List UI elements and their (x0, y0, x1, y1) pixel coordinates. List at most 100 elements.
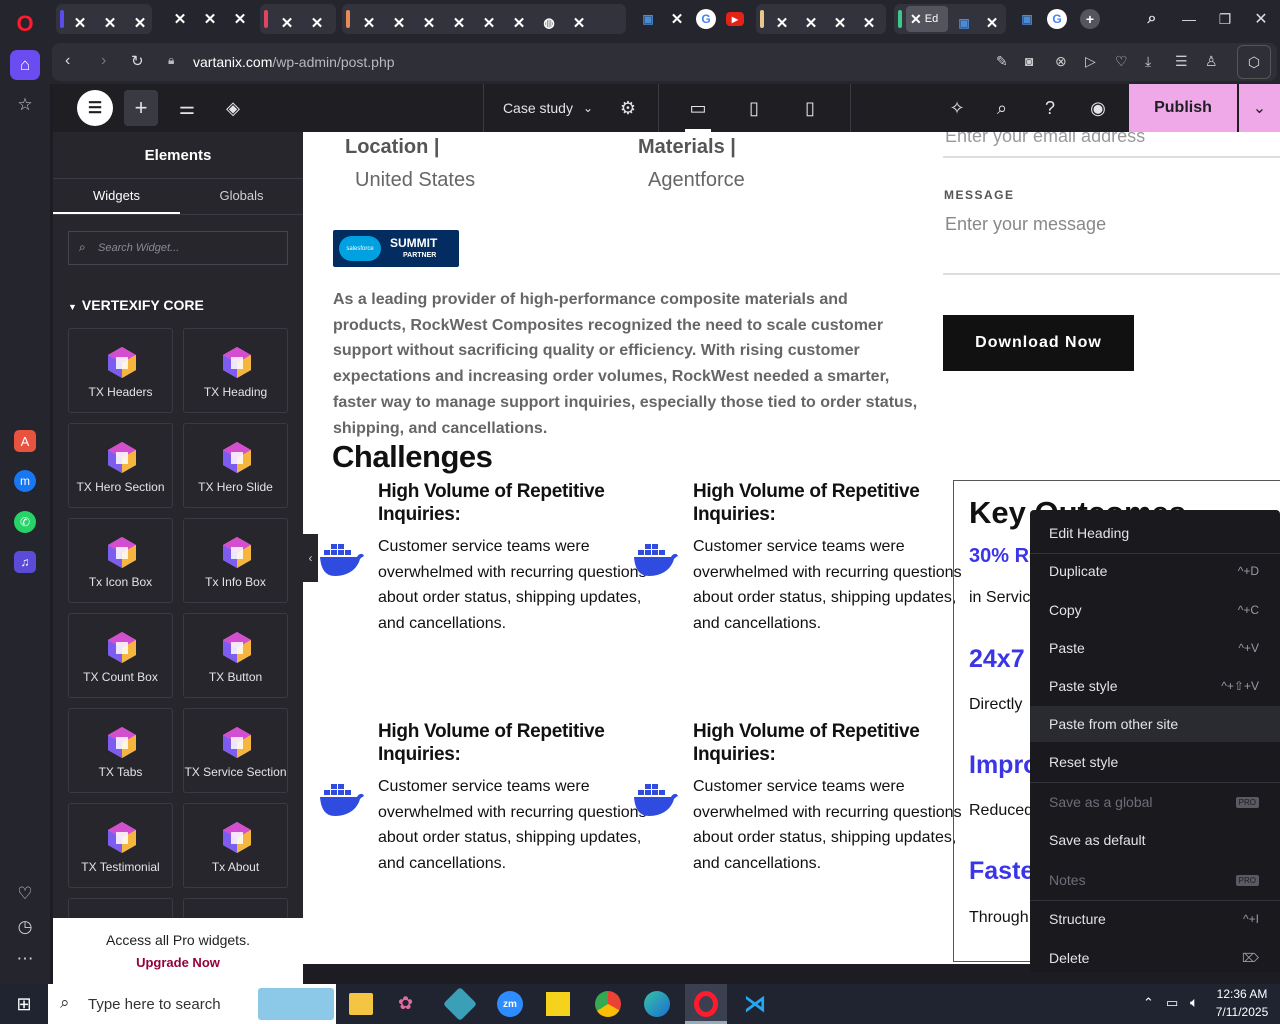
flow-icon[interactable]: ▷ (1085, 53, 1096, 70)
context-menu-item[interactable]: Reset style (1030, 744, 1280, 780)
scroll-left-icon[interactable]: ‹ (306, 963, 310, 964)
widget-tile[interactable]: TX Testimonial (68, 803, 173, 888)
preview-icon[interactable]: ◉ (1080, 84, 1116, 132)
whatsapp-icon[interactable]: ✆ (14, 511, 36, 533)
tab-x-icon[interactable]: ✕ (230, 9, 250, 29)
outlook-icon[interactable]: ▣ (954, 13, 974, 33)
widget-tile[interactable]: TX Count Box (68, 613, 173, 698)
tab-x-icon[interactable]: ✕ (307, 13, 327, 33)
search-tabs-icon[interactable]: ⌕ (1142, 9, 1162, 29)
clock-date[interactable]: 7/11/2025 (1212, 1005, 1272, 1019)
adblock-icon[interactable]: ⊗ (1055, 53, 1067, 70)
publish-options-chevron-icon[interactable]: ⌄ (1239, 84, 1280, 132)
widget-tile[interactable]: TX Heading (183, 328, 288, 413)
tab-x-icon[interactable]: ✕ (569, 13, 589, 33)
restore-icon[interactable]: ❐ (1215, 9, 1235, 29)
star-icon[interactable]: ☆ (10, 90, 40, 120)
message-input[interactable]: Enter your message (945, 214, 1106, 235)
help-icon[interactable]: ? (1032, 84, 1068, 132)
tab-x-icon[interactable]: ✕ (389, 13, 409, 33)
download-icon[interactable]: ⤓ (1145, 53, 1151, 70)
vscode-icon[interactable]: ⋊ (744, 992, 768, 1016)
profile-icon[interactable]: ♙ (1205, 53, 1218, 70)
tab-x-icon[interactable]: ✕ (100, 13, 120, 33)
widget-tile[interactable] (183, 898, 288, 920)
new-tab-icon[interactable]: + (1080, 9, 1100, 29)
favorite-icon[interactable]: ♡ (1115, 53, 1128, 70)
zoom-icon[interactable]: zm (497, 991, 523, 1017)
tab-x-icon[interactable]: ✕ (419, 13, 439, 33)
aria-icon[interactable]: A (14, 430, 36, 452)
tab-x-icon[interactable]: ✕ (200, 9, 220, 29)
volume-icon[interactable]: 🔈︎ (1190, 994, 1198, 1011)
widget-tile[interactable]: TX Button (183, 613, 288, 698)
tab-x-icon[interactable]: ✕ (479, 13, 499, 33)
widget-tile[interactable]: TX Hero Slide (183, 423, 288, 508)
context-menu-item[interactable]: Edit Heading (1030, 515, 1280, 551)
close-window-icon[interactable]: ✕ (1251, 9, 1271, 29)
tab-x-icon[interactable]: ✕ (982, 13, 1002, 33)
elementor-logo-icon[interactable]: ☰ (77, 90, 113, 126)
windows-start-icon[interactable]: ⊞ (0, 984, 48, 1024)
tab-x-icon[interactable]: ✕ (277, 13, 297, 33)
google-icon[interactable]: G (696, 9, 716, 29)
collapse-panel-chevron-icon[interactable]: ‹ (303, 534, 318, 582)
history-icon[interactable]: ◷ (10, 912, 40, 942)
home-icon[interactable]: ⌂ (10, 50, 40, 80)
tab-x-icon[interactable]: ✕ (830, 13, 850, 33)
widget-tile[interactable]: TX Tabs (68, 708, 173, 793)
context-menu-item[interactable]: Notes PRO (1030, 862, 1280, 898)
tab-globals[interactable]: Globals (180, 188, 303, 203)
sticky-notes-icon[interactable] (546, 992, 570, 1016)
upgrade-link[interactable]: Upgrade Now (53, 955, 303, 970)
messenger-icon[interactable]: m (14, 470, 36, 492)
edge-icon[interactable] (644, 991, 670, 1017)
tab-x-icon[interactable]: ✕ (667, 9, 687, 29)
tab-widgets[interactable]: Widgets (53, 188, 180, 203)
url-text[interactable]: vartanix.com/wp-admin/post.php (193, 54, 395, 70)
camera-icon[interactable]: ◙ (1025, 53, 1033, 69)
tab-x-icon[interactable]: ✕ (859, 13, 879, 33)
tab-x-icon[interactable]: ✕ (801, 13, 821, 33)
google-icon[interactable]: G (1047, 9, 1067, 29)
network-icon[interactable]: ▭ (1166, 995, 1178, 1011)
outlook-icon[interactable]: ▣ (638, 9, 658, 29)
opera-logo-icon[interactable]: O (10, 9, 40, 39)
category-header[interactable]: ▼ VERTEXIFY CORE (68, 297, 204, 313)
tablet-view-icon[interactable]: ▯ (736, 84, 772, 132)
tab-x-icon[interactable]: ✕ (509, 13, 529, 33)
widget-tile[interactable]: Tx Info Box (183, 518, 288, 603)
lock-icon[interactable]: 🔒︎ (168, 53, 174, 68)
context-menu-item[interactable]: Save as default (1030, 822, 1280, 858)
context-menu-item[interactable]: Delete ⌦ (1030, 940, 1280, 976)
tab-x-icon[interactable]: ✕ (130, 13, 150, 33)
chrome-icon[interactable] (595, 991, 621, 1017)
youtube-icon[interactable]: ▶ (726, 12, 744, 26)
widget-tile[interactable]: Tx About (183, 803, 288, 888)
easy-setup-icon[interactable]: ☰ (1175, 53, 1188, 70)
globe-icon[interactable]: ◍ (539, 13, 559, 33)
forward-icon[interactable]: › (101, 52, 106, 70)
finder-search-icon[interactable]: ⌕ (984, 84, 1020, 132)
app-diamond-icon[interactable] (443, 987, 477, 1021)
heart-icon[interactable]: ♡ (10, 879, 40, 909)
tab-x-icon[interactable]: ✕ (359, 13, 379, 33)
context-menu-item[interactable]: Duplicate ^+D (1030, 553, 1280, 589)
mobile-view-icon[interactable]: ▯ (792, 84, 828, 132)
tab-x-icon[interactable]: ✕ (772, 13, 792, 33)
context-menu-item[interactable]: Save as a global PRO (1030, 784, 1280, 820)
page-settings-icon[interactable]: ⚙ (610, 84, 646, 132)
widget-tile[interactable]: TX Hero Section (68, 423, 173, 508)
desktop-view-icon[interactable]: ▭ (680, 84, 716, 132)
search-widget-input[interactable]: ⌕ Search Widget... (68, 231, 288, 265)
context-menu-item[interactable]: Paste ^+V (1030, 630, 1280, 666)
context-menu-item[interactable]: Structure ^+I (1030, 901, 1280, 937)
reload-icon[interactable]: ↻ (131, 52, 144, 70)
download-now-button[interactable]: Download Now (943, 315, 1134, 371)
structure-icon[interactable]: ◈ (216, 84, 250, 132)
notifications-icon[interactable]: ✧ (939, 84, 975, 132)
extensions-icon[interactable]: ⬡ (1237, 45, 1271, 79)
add-element-icon[interactable]: + (124, 90, 158, 126)
email-input[interactable]: Enter your email address (945, 132, 1145, 147)
widget-tile[interactable]: Tx Icon Box (68, 518, 173, 603)
